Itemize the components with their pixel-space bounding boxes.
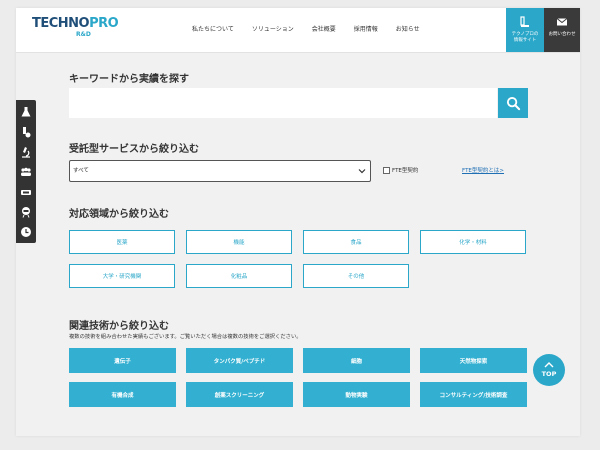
fte-checkbox[interactable]: FTE型契約 [383, 166, 418, 174]
nav-news[interactable]: お知らせ [396, 26, 420, 34]
field-functional-button[interactable]: 機能 [186, 230, 292, 254]
top-label: TOP [541, 370, 557, 378]
tech-protein-button[interactable]: タンパク質/ペプチド [186, 348, 293, 373]
nav-about[interactable]: 私たちについて [192, 26, 234, 34]
checkbox-box[interactable] [383, 166, 390, 174]
chevron-down-icon [358, 169, 366, 174]
contact-button[interactable]: お問い合わせ [544, 8, 580, 52]
keyword-search-input[interactable] [69, 88, 497, 118]
back-to-top-button[interactable]: TOP [533, 354, 565, 386]
field-chemical-button[interactable]: 化学・材料 [420, 230, 526, 254]
main-nav: 私たちについて ソリューション 会社概要 採用情報 お知らせ [192, 26, 438, 34]
tech-cell-button[interactable]: 細胞 [303, 348, 410, 373]
service-select-value: すべて [73, 168, 89, 174]
pipette-icon[interactable] [20, 126, 32, 138]
side-menu [16, 100, 36, 243]
contact-label: お問い合わせ [548, 32, 576, 37]
logo-text-accent: PRO [89, 16, 119, 31]
logo-text-main: TECHNO [32, 16, 90, 31]
fields-section-title: 対応領域から絞り込む [69, 209, 169, 220]
nav-company[interactable]: 会社概要 [312, 26, 336, 34]
tech-animal-button[interactable]: 動物実験 [303, 382, 410, 407]
keyword-search [69, 88, 529, 118]
service-select[interactable]: すべて [69, 160, 371, 182]
fte-checkbox-label: FTE型契約 [392, 168, 419, 174]
technopro-logo[interactable]: TECHNOPRO R&D [32, 17, 122, 45]
nav-recruit[interactable]: 採用情報 [354, 26, 378, 34]
tech-synthesis-button[interactable]: 有機合成 [69, 382, 176, 407]
tech-note: 複数の技術を組み合わせた実績もございます。ご覧いただく場合は複数の技術をご選択く… [69, 334, 302, 340]
field-cosmetics-button[interactable]: 化粧品 [186, 264, 292, 288]
microscope-icon[interactable] [20, 146, 32, 158]
badge-icon[interactable] [20, 206, 32, 218]
tech-natural-button[interactable]: 天然物探索 [420, 348, 527, 373]
page: TECHNOPRO R&D 私たちについて ソリューション 会社概要 採用情報 … [16, 8, 580, 436]
flask-icon[interactable] [20, 106, 32, 118]
info-site-label: テクノプロの 情報サイト [511, 32, 539, 43]
device-icon[interactable] [20, 186, 32, 198]
clock-icon[interactable] [20, 226, 32, 238]
search-button[interactable] [498, 88, 528, 118]
group-icon[interactable] [20, 166, 32, 178]
fte-info-link[interactable]: FTE型契約とは> [462, 166, 504, 174]
search-icon [506, 96, 520, 110]
site-header: TECHNOPRO R&D 私たちについて ソリューション 会社概要 採用情報 … [16, 8, 580, 53]
tech-consulting-button[interactable]: コンサルティング/技術調査 [420, 382, 527, 407]
pc-icon [520, 16, 529, 27]
keyword-section-title: キーワードから実績を探す [69, 74, 189, 85]
field-pharma-button[interactable]: 医薬 [69, 230, 175, 254]
field-other-button[interactable]: その他 [303, 264, 409, 288]
tech-section-title: 関連技術から絞り込む [69, 321, 169, 332]
info-site-button[interactable]: テクノプロの 情報サイト [506, 8, 544, 52]
service-section-title: 受託型サービスから絞り込む [69, 144, 199, 155]
field-university-button[interactable]: 大学・研究機関 [69, 264, 175, 288]
tech-screening-button[interactable]: 創薬スクリーニング [186, 382, 293, 407]
field-food-button[interactable]: 食品 [303, 230, 409, 254]
nav-solutions[interactable]: ソリューション [252, 26, 294, 34]
chevron-up-icon [544, 362, 554, 368]
tech-gene-button[interactable]: 遺伝子 [69, 348, 176, 373]
logo-text-sub: R&D [76, 31, 91, 38]
mail-icon [556, 18, 568, 26]
